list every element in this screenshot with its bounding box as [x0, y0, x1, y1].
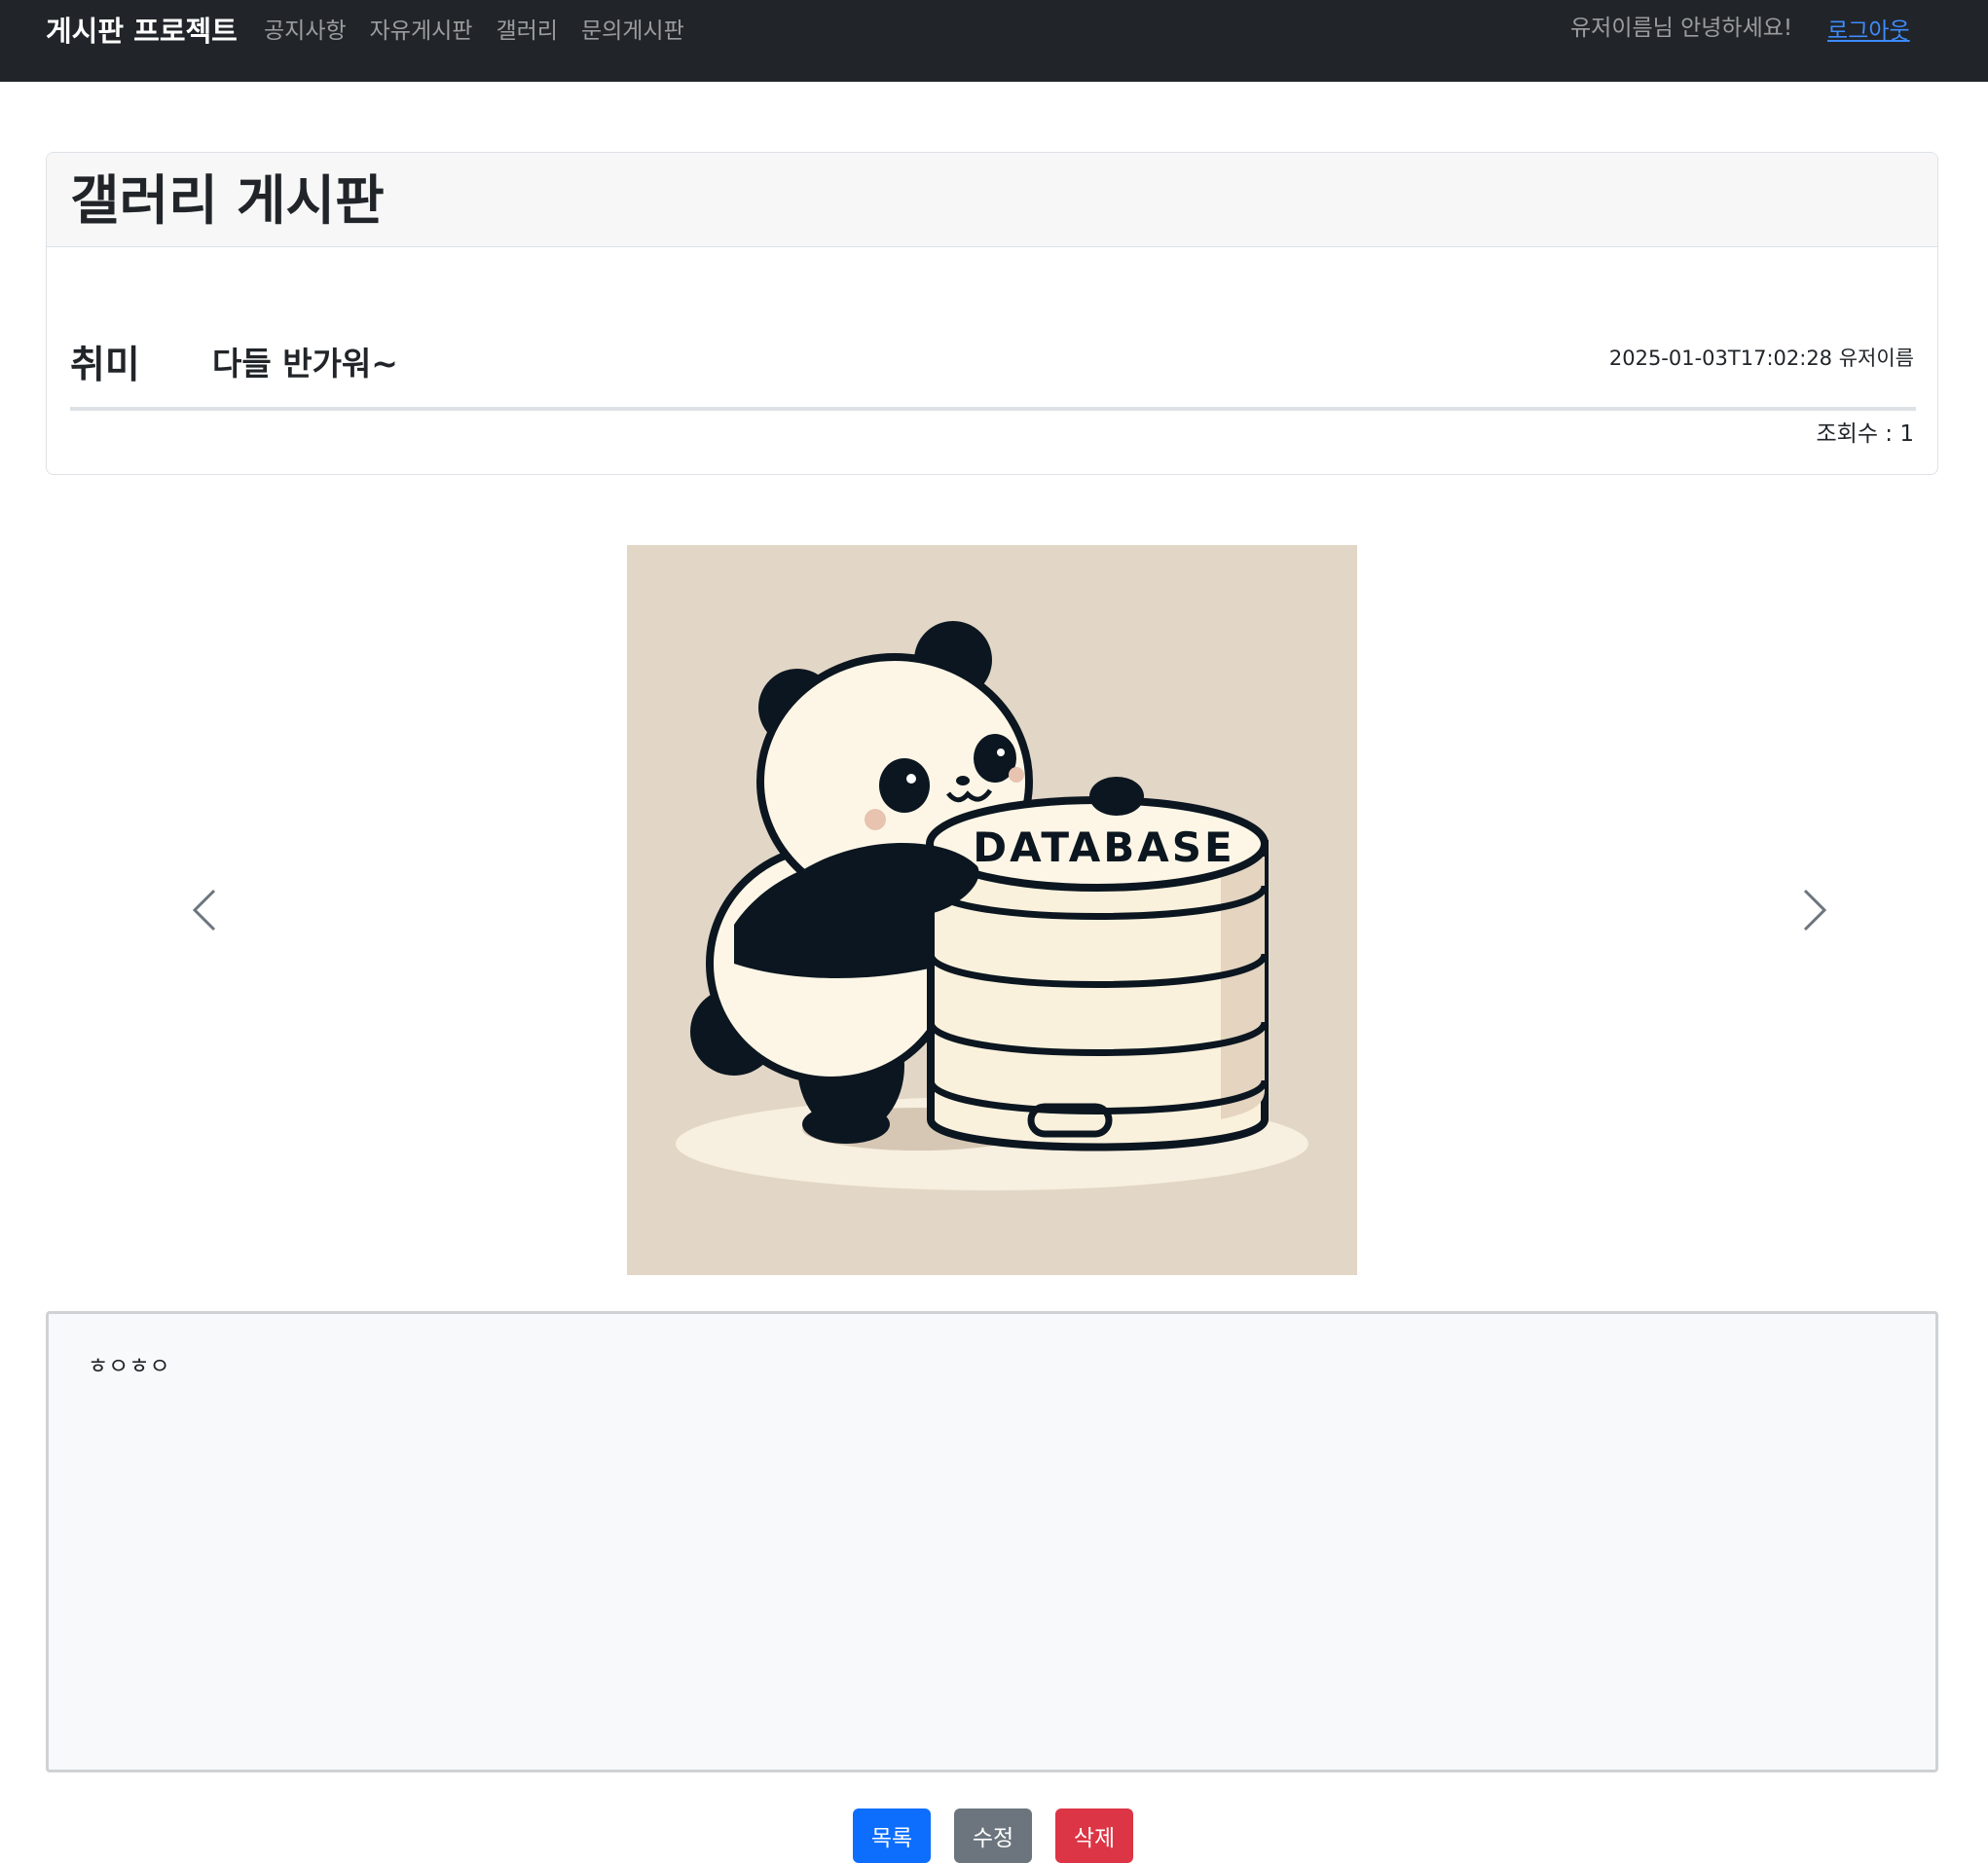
post-title: 다들 반가워~ [212, 345, 398, 383]
carousel-prev-button[interactable] [163, 866, 250, 954]
nav-link-notice[interactable]: 공지사항 [264, 15, 347, 48]
image-carousel: DATABASE [46, 545, 1938, 1275]
card-header: 갤러리 게시판 [47, 153, 1937, 247]
chevron-right-icon [1803, 889, 1827, 932]
nav-links: 공지사항 자유게시판 갤러리 문의게시판 [264, 15, 684, 48]
nav-link-free-board[interactable]: 자유게시판 [370, 15, 473, 48]
list-button[interactable]: 목록 [853, 1808, 931, 1863]
delete-button[interactable]: 삭제 [1055, 1808, 1133, 1863]
user-greeting: 유저이름님 안녕하세요! [1570, 16, 1793, 41]
post-card: 갤러리 게시판 취미 다들 반가워~ 2025-01-03T17:02:28 유… [46, 152, 1938, 475]
panda-database-illustration: DATABASE [627, 545, 1357, 1275]
brand-link[interactable]: 게시판 프로젝트 [46, 12, 238, 51]
post-category: 취미 [70, 344, 140, 387]
logout-link[interactable]: 로그아웃 [1827, 15, 1910, 48]
post-meta: 2025-01-03T17:02:28 유저이름 [1608, 347, 1914, 370]
post-views: 조회수 : 1 [1816, 421, 1915, 447]
database-label: DATABASE [973, 823, 1234, 871]
carousel-next-button[interactable] [1769, 866, 1857, 954]
nav-link-gallery[interactable]: 갤러리 [496, 15, 557, 48]
post-content: ㅎㅇㅎㅇ [88, 1354, 170, 1379]
top-navbar: 게시판 프로젝트 공지사항 자유게시판 갤러리 문의게시판 유저이름님 안녕하세… [0, 0, 1988, 82]
nav-link-inquiry[interactable]: 문의게시판 [581, 15, 684, 48]
chevron-left-icon [192, 889, 216, 932]
action-buttons: 목록 수정 삭제 [853, 1808, 1133, 1863]
carousel-slide-image: DATABASE [627, 545, 1357, 1275]
post-divider [70, 407, 1916, 411]
board-title: 갤러리 게시판 [70, 169, 385, 232]
edit-button[interactable]: 수정 [954, 1808, 1032, 1863]
post-content-box: ㅎㅇㅎㅇ [46, 1311, 1938, 1772]
